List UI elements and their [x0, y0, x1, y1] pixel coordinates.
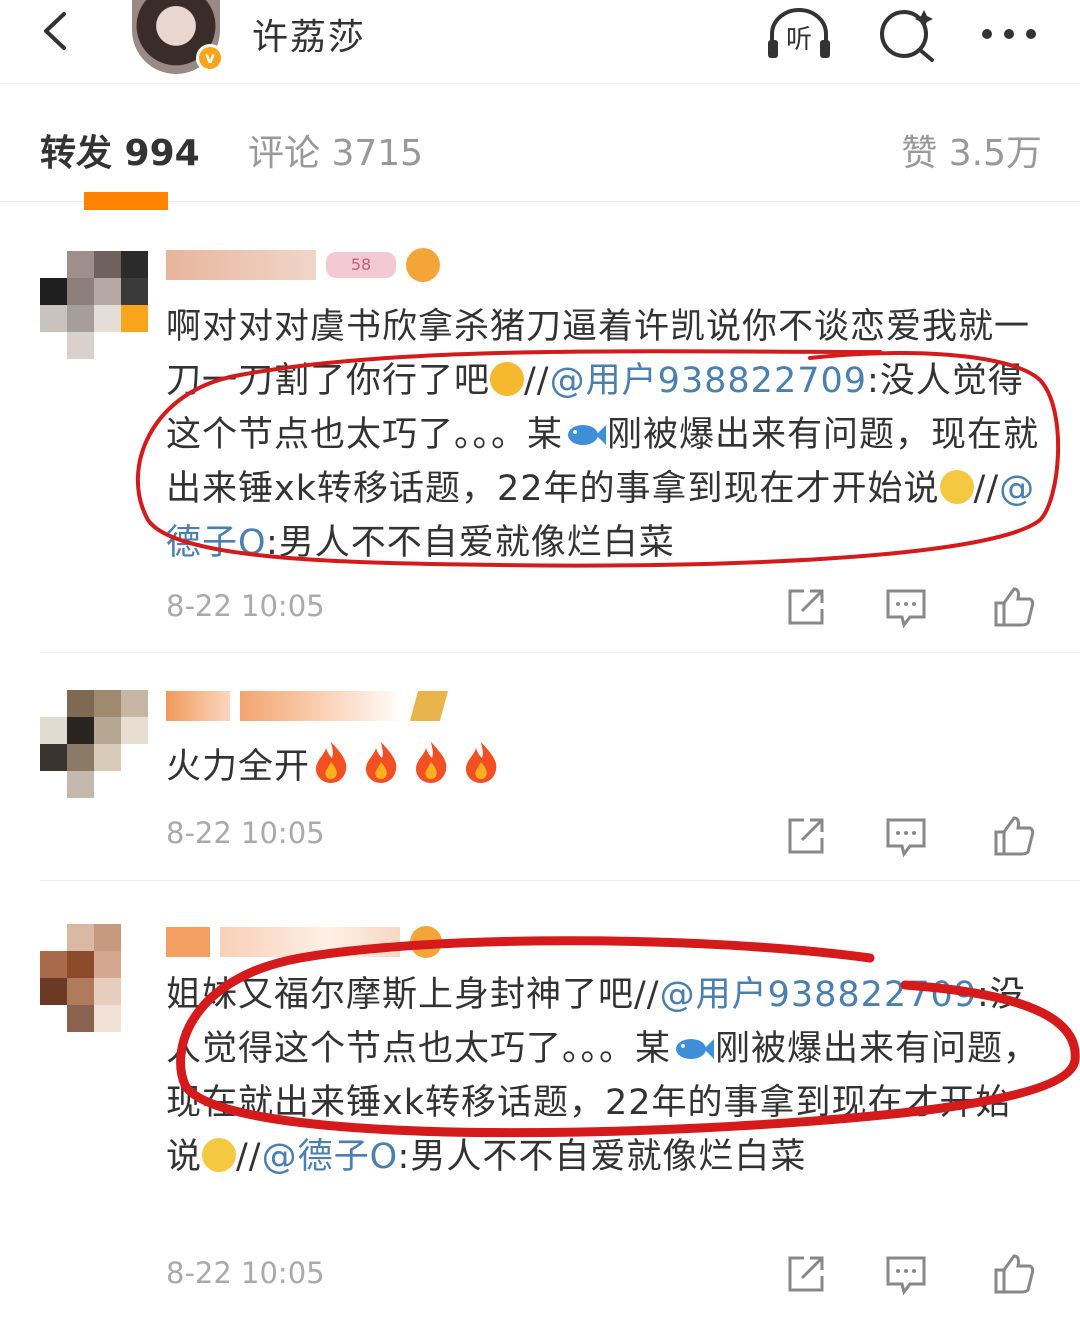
- post-text: 啊对对对虞书欣拿杀猪刀逼着许凯说你不谈恋爱我就一刀一刀割了你行了吧//@用户93…: [166, 307, 1040, 563]
- repost-item: 火力全开 8-22 10:05: [0, 660, 1080, 880]
- tab-repost[interactable]: 转发 994: [40, 124, 200, 176]
- divider: [40, 880, 1080, 881]
- badge-icon: [409, 691, 449, 721]
- post-time: 8-22 10:05: [166, 816, 325, 850]
- level-badge: 58: [326, 252, 396, 278]
- listen-icon[interactable]: 听: [764, 4, 834, 64]
- fish-badge-icon: [410, 926, 442, 958]
- profile-avatar[interactable]: v: [132, 0, 226, 74]
- avatar[interactable]: [40, 924, 148, 1032]
- username-redacted[interactable]: 58: [166, 245, 440, 285]
- post-time: 8-22 10:05: [166, 1256, 325, 1290]
- fish-emoji-icon: [676, 1039, 715, 1059]
- tongue-emoji-icon: [490, 362, 525, 396]
- repost-item: 姐妹又福尔摩斯上身封神了吧//@用户938822709:没人觉得这个节点也太巧了…: [0, 888, 1080, 1317]
- fire-emoji-icon: [366, 742, 397, 783]
- listen-label: 听: [786, 25, 812, 55]
- username-redacted[interactable]: [166, 922, 442, 962]
- repost-icon[interactable]: [784, 585, 828, 629]
- like-icon[interactable]: [992, 1252, 1036, 1296]
- fire-emoji-icon: [466, 742, 497, 783]
- verified-badge: v: [196, 44, 224, 72]
- mention-link[interactable]: @用户938822709: [660, 975, 977, 1015]
- fish-emoji-icon: [568, 425, 607, 445]
- tab-like[interactable]: 赞 3.5万: [901, 124, 1042, 176]
- repost-item: 58 啊对对对虞书欣拿杀猪刀逼着许凯说你不谈恋爱我就一刀一刀割了你行了吧//@用…: [0, 203, 1080, 643]
- tab-bar: 转发 994 评论 3715 赞 3.5万: [0, 84, 1080, 210]
- mention-link[interactable]: @用户938822709: [550, 361, 867, 401]
- comment-icon[interactable]: [884, 1252, 928, 1296]
- post-text: 火力全开: [166, 740, 1046, 794]
- repost-icon[interactable]: [784, 814, 828, 858]
- post-time: 8-22 10:05: [166, 589, 325, 623]
- fire-emoji-icon: [316, 742, 347, 783]
- page-title[interactable]: 许荔莎: [252, 8, 366, 60]
- like-icon[interactable]: [992, 585, 1036, 629]
- comment-icon[interactable]: [884, 814, 928, 858]
- mention-link[interactable]: @德子O: [262, 1137, 398, 1177]
- back-arrow-icon[interactable]: [30, 6, 80, 56]
- post-text: 姐妹又福尔摩斯上身封神了吧//@用户938822709:没人觉得这个节点也太巧了…: [166, 975, 1040, 1177]
- divider: [40, 652, 1080, 653]
- avatar[interactable]: [40, 251, 148, 359]
- username-redacted[interactable]: [166, 686, 449, 726]
- sweat-emoji-icon: [202, 1138, 237, 1172]
- avatar[interactable]: [40, 690, 148, 798]
- comment-icon[interactable]: [884, 585, 928, 629]
- like-icon[interactable]: [992, 814, 1036, 858]
- search-icon[interactable]: [874, 4, 944, 64]
- sweat-emoji-icon: [939, 470, 974, 504]
- fire-emoji-icon: [416, 742, 447, 783]
- top-bar: v 许荔莎 听: [0, 0, 1080, 84]
- repost-icon[interactable]: [784, 1252, 828, 1296]
- more-icon[interactable]: [974, 4, 1044, 64]
- fish-badge-icon: [406, 248, 440, 282]
- tab-comment[interactable]: 评论 3715: [248, 124, 423, 176]
